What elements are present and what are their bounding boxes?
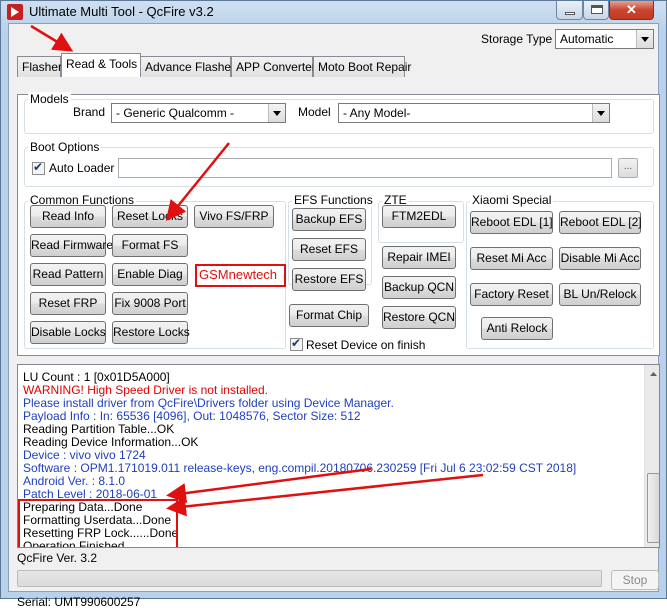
arrow-to-tab <box>30 24 74 52</box>
arrow-to-format-fs <box>165 142 230 221</box>
arrow-to-log-2 <box>166 473 484 517</box>
app-window: Ultimate Multi Tool - QcFire v3.2 ✕ Stor… <box>0 0 667 609</box>
annotation-arrows <box>30 24 484 517</box>
tab-read-tools[interactable]: Read & Tools <box>61 53 141 77</box>
